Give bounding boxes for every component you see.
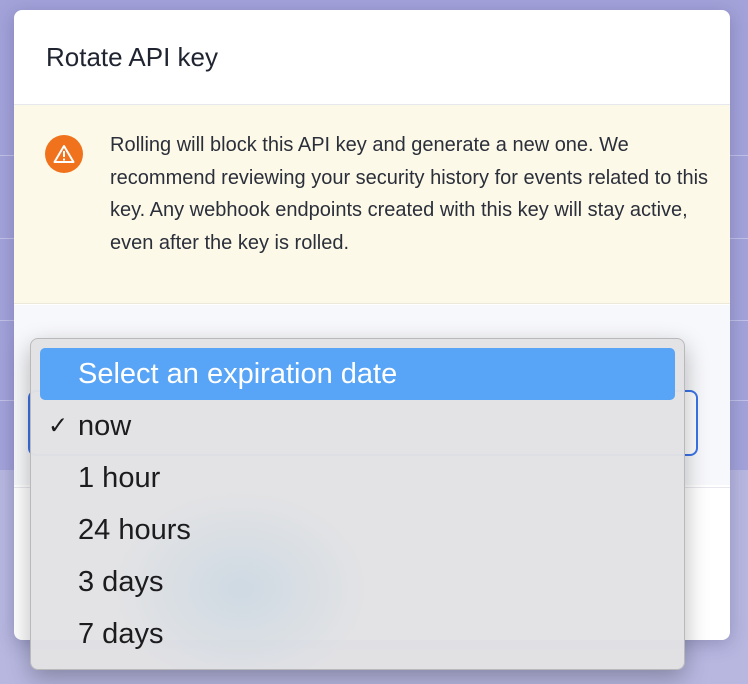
warning-message: Rolling will block this API key and gene… [110,134,709,254]
dropdown-option-label: 3 days [78,565,164,598]
dropdown-header-label: Select an expiration date [78,357,398,390]
dropdown-option-1-hour[interactable]: 1 hour [40,452,675,504]
dropdown-option-label: now [78,409,132,442]
dropdown-option-label: 1 hour [78,461,161,494]
checkmark-icon: ✓ [48,412,69,440]
modal-title: Rotate API key [46,41,218,72]
dropdown-option-3-days[interactable]: 3 days [40,556,675,608]
expiration-dropdown-menu: Select an expiration date ✓ now 1 hour 2… [30,338,685,670]
modal-header: Rotate API key [14,10,730,105]
dropdown-option-label: 7 days [78,617,164,650]
dropdown-option-24-hours[interactable]: 24 hours [40,504,675,556]
dropdown-option-now[interactable]: ✓ now [40,400,675,452]
dropdown-option-label: 24 hours [78,513,191,546]
warning-icon [45,135,83,173]
dropdown-header-option[interactable]: Select an expiration date [40,348,675,400]
warning-banner: Rolling will block this API key and gene… [14,105,730,304]
dropdown-option-7-days[interactable]: 7 days [40,608,675,660]
